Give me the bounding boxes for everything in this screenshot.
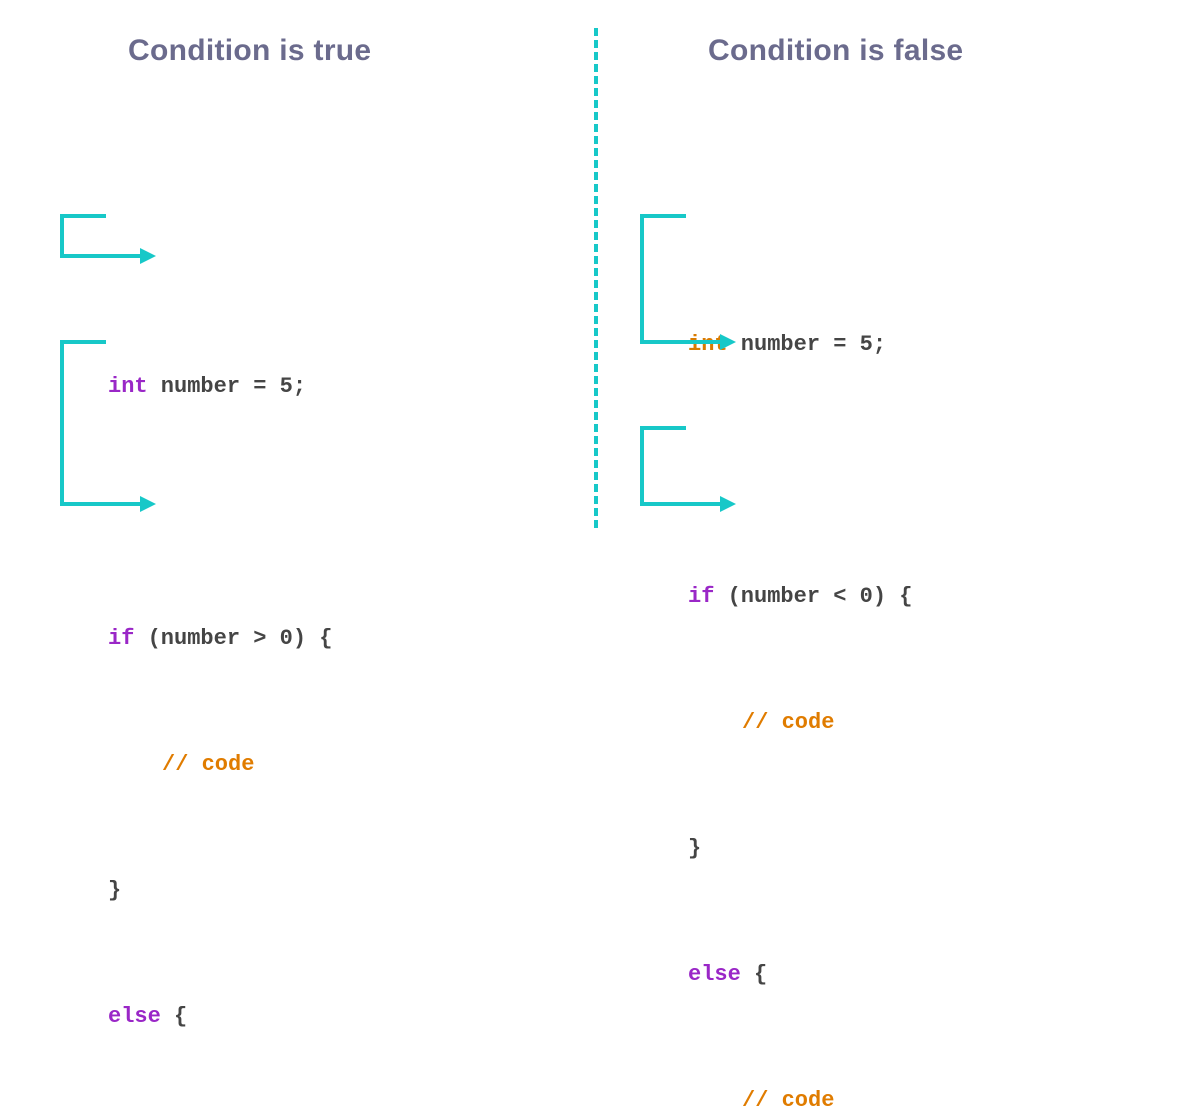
token-text: number = 5; — [728, 332, 886, 357]
token-text: (number > 0) { — [134, 626, 332, 651]
code-line: int number = 5; — [688, 324, 1160, 366]
blank-line — [688, 450, 1160, 492]
panel-true: Condition is true int number = 5; if (nu… — [60, 0, 580, 1108]
code-false: int number = 5; if (number < 0) { // cod… — [688, 114, 1160, 1108]
arrow-else-skip-true — [58, 332, 158, 512]
code-line: if (number > 0) { — [108, 618, 580, 660]
code-line: // code — [688, 1080, 1160, 1108]
code-line: // code — [688, 702, 1160, 744]
code-line: // code — [108, 744, 580, 786]
token-text: { — [741, 962, 767, 987]
token-text: } — [108, 878, 121, 903]
code-true: int number = 5; if (number > 0) { // cod… — [108, 114, 580, 1108]
arrow-if-to-body-true — [58, 206, 158, 266]
token-text: number = 5; — [148, 374, 306, 399]
code-line: else { — [688, 954, 1160, 996]
panel-divider — [594, 28, 598, 528]
heading-true: Condition is true — [128, 34, 580, 68]
token-type: int — [688, 332, 728, 357]
code-line: } — [108, 870, 580, 912]
code-line: else { — [108, 996, 580, 1038]
token-keyword: else — [688, 962, 741, 987]
token-type: int — [108, 374, 148, 399]
blank-line — [108, 492, 580, 534]
panel-false: Condition is false int number = 5; if (n… — [640, 0, 1160, 1108]
code-line: if (number < 0) { — [688, 576, 1160, 618]
token-keyword: if — [108, 626, 134, 651]
heading-false: Condition is false — [708, 34, 1160, 68]
token-text: (number < 0) { — [714, 584, 912, 609]
token-comment: // code — [742, 710, 834, 735]
token-keyword: if — [688, 584, 714, 609]
token-comment: // code — [742, 1088, 834, 1108]
token-text: } — [688, 836, 701, 861]
token-keyword: else — [108, 1004, 161, 1029]
token-text: { — [161, 1004, 187, 1029]
code-line: } — [688, 828, 1160, 870]
token-comment: // code — [162, 752, 254, 777]
code-line: int number = 5; — [108, 366, 580, 408]
